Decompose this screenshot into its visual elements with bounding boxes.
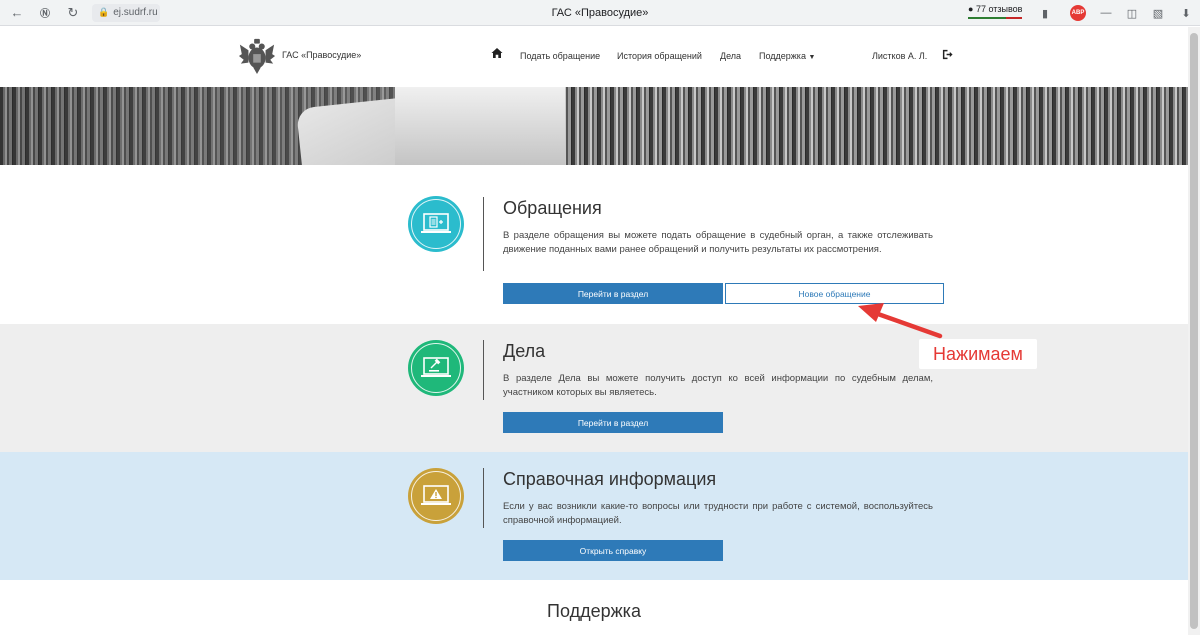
help-badge (408, 468, 464, 524)
reviews-rating-bar (968, 17, 1022, 19)
address-text: ej.sudrf.ru (113, 7, 158, 18)
browser-toolbar: ← Ⓝ ↻ 🔒 ej.sudrf.ru ГАС «Правосудие» ● 7… (0, 0, 1200, 26)
monitor-gavel-icon (421, 357, 451, 377)
nav-support-label: Поддержка (759, 51, 806, 61)
nav-appeal-history[interactable]: История обращений (617, 51, 702, 61)
reload-icon[interactable]: ↻ (62, 2, 84, 24)
monitor-document-icon (421, 213, 451, 233)
appeals-go-to-section-button[interactable]: Перейти в раздел (503, 283, 723, 304)
help-title: Справочная информация (503, 469, 717, 489)
appeals-divider (483, 197, 484, 271)
comment-icon: ● (968, 4, 974, 14)
appeals-badge (408, 196, 464, 252)
cases-divider (483, 340, 484, 400)
section-help: Справочная информация Если у вас возникл… (0, 452, 1188, 580)
lock-icon: 🔒 (98, 7, 110, 17)
extension-icon[interactable]: ◫ (1124, 5, 1140, 21)
scrollbar-thumb[interactable] (1190, 33, 1198, 629)
section-appeals: Обращения В разделе обращения вы можете … (0, 165, 1188, 324)
adblock-icon[interactable]: ABP (1070, 5, 1086, 21)
coat-of-arms-logo[interactable] (238, 37, 276, 75)
home-icon[interactable] (491, 47, 503, 59)
address-bar[interactable]: 🔒 ej.sudrf.ru (92, 3, 160, 22)
nav-submit-appeal[interactable]: Подать обращение (520, 51, 600, 61)
back-arrow-icon[interactable]: ← (6, 2, 28, 24)
annotation-callout: Нажимаем (919, 339, 1037, 369)
header-banner-image (0, 87, 1188, 165)
page-scrollbar[interactable] (1188, 27, 1200, 635)
cases-description: В разделе Дела вы можете получить доступ… (503, 373, 933, 398)
yandex-icon[interactable]: Ⓝ (34, 2, 56, 24)
help-divider (483, 468, 484, 528)
reviews-badge[interactable]: ● 77 отзывов (968, 4, 1023, 19)
cases-go-to-section-button[interactable]: Перейти в раздел (503, 412, 723, 433)
open-help-button[interactable]: Открыть справку (503, 540, 723, 561)
cases-title: Дела (503, 341, 546, 361)
appeals-description: В разделе обращения вы можете подать обр… (503, 230, 933, 255)
minus-icon[interactable]: — (1098, 5, 1114, 21)
logo-text[interactable]: ГАС «Правосудие» (282, 50, 361, 60)
site-header: ГАС «Правосудие» Подать обращение Истори… (0, 27, 1188, 87)
downloads-icon[interactable]: ⬇ (1178, 5, 1194, 21)
new-appeal-button[interactable]: Новое обращение (725, 283, 944, 304)
nav-cases[interactable]: Дела (720, 51, 741, 61)
section-support: Поддержка (0, 580, 1188, 635)
cases-badge (408, 340, 464, 396)
appeals-title: Обращения (503, 198, 602, 218)
caret-down-icon: ▼ (808, 54, 816, 61)
support-title: Поддержка (547, 601, 641, 621)
reviews-text: 77 отзывов (975, 4, 1023, 14)
logout-icon[interactable] (942, 49, 953, 60)
profile-icon[interactable]: ▧ (1150, 5, 1166, 21)
monitor-warning-icon (421, 485, 451, 505)
bookmark-icon[interactable]: ▮ (1037, 5, 1053, 21)
help-description: Если у вас возникли какие-то вопросы или… (503, 501, 933, 526)
user-name[interactable]: Листков А. Л. (872, 51, 927, 61)
banner-paper-highlight (395, 87, 565, 165)
nav-support[interactable]: Поддержка ▼ (759, 51, 815, 61)
